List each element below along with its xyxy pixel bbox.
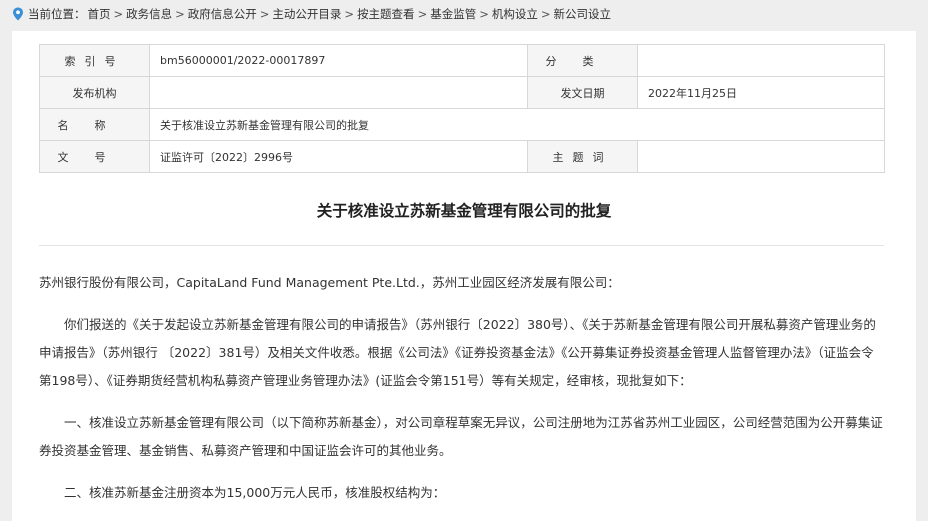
document-panel: 索引号 bm56000001/2022-00017897 分类 发布机构 发文日… — [12, 31, 916, 521]
date-label: 发文日期 — [527, 76, 638, 109]
breadcrumb-fund-supervision[interactable]: 基金监管 — [430, 6, 476, 22]
breadcrumb-home[interactable]: 首页 — [88, 6, 111, 22]
document-title: 关于核准设立苏新基金管理有限公司的批复 — [316, 202, 612, 220]
docno-label: 文号 — [57, 150, 132, 164]
table-row: 名称 关于核准设立苏新基金管理有限公司的批复 — [39, 108, 885, 141]
breadcrumb: 当前位置： 首页 > 政务信息 > 政府信息公开 > 主动公开目录 > 按主题查… — [12, 5, 611, 23]
breadcrumb-new-company[interactable]: 新公司设立 — [553, 6, 611, 22]
category-label: 分类 — [545, 54, 620, 68]
breadcrumb-info-disclosure[interactable]: 政府信息公开 — [188, 6, 257, 22]
paragraph: 一、核准设立苏新基金管理有限公司（以下简称苏新基金），对公司章程草案无异议，公司… — [39, 415, 883, 458]
paragraph: 你们报送的《关于发起设立苏新基金管理有限公司的申请报告》（苏州银行〔2022〕3… — [39, 317, 876, 388]
issuer-label: 发布机构 — [39, 76, 150, 109]
paragraph: 二、核准苏新基金注册资本为15,000万元人民币，核准股权结构为： — [64, 485, 446, 500]
breadcrumb-separator: > — [175, 7, 185, 21]
map-pin-icon — [13, 7, 23, 21]
breadcrumb-government-info[interactable]: 政务信息 — [126, 6, 172, 22]
breadcrumb-institution-setup[interactable]: 机构设立 — [492, 6, 538, 22]
name-label: 名称 — [57, 118, 132, 132]
topic-label: 主题词 — [552, 150, 613, 164]
topic-value — [637, 140, 885, 173]
breadcrumb-separator: > — [344, 7, 355, 21]
breadcrumb-separator: > — [540, 7, 551, 21]
issuer-value — [149, 76, 528, 109]
index-value: bm56000001/2022-00017897 — [149, 44, 528, 77]
name-value: 关于核准设立苏新基金管理有限公司的批复 — [149, 108, 885, 141]
addressee: 苏州银行股份有限公司，CapitaLand Fund Management Pt… — [39, 275, 620, 290]
docno-value: 证监许可〔2022〕2996号 — [149, 140, 528, 173]
breadcrumb-public-catalog[interactable]: 主动公开目录 — [272, 6, 341, 22]
index-label: 索引号 — [64, 54, 125, 68]
document-body: 苏州银行股份有限公司，CapitaLand Fund Management Pt… — [39, 269, 884, 521]
table-row: 发布机构 发文日期 2022年11月25日 — [39, 76, 885, 109]
table-row: 索引号 bm56000001/2022-00017897 分类 — [39, 44, 885, 77]
date-value: 2022年11月25日 — [637, 76, 885, 109]
divider — [39, 245, 884, 246]
breadcrumb-separator: > — [479, 7, 489, 21]
table-row: 文号 证监许可〔2022〕2996号 主题词 — [39, 140, 885, 173]
breadcrumb-separator: > — [417, 7, 428, 21]
breadcrumb-prefix: 当前位置： — [28, 7, 86, 21]
category-value — [637, 44, 885, 77]
metadata-table: 索引号 bm56000001/2022-00017897 分类 发布机构 发文日… — [39, 44, 885, 173]
breadcrumb-by-topic[interactable]: 按主题查看 — [357, 6, 415, 22]
breadcrumb-separator: > — [259, 7, 270, 21]
breadcrumb-separator: > — [113, 7, 124, 21]
